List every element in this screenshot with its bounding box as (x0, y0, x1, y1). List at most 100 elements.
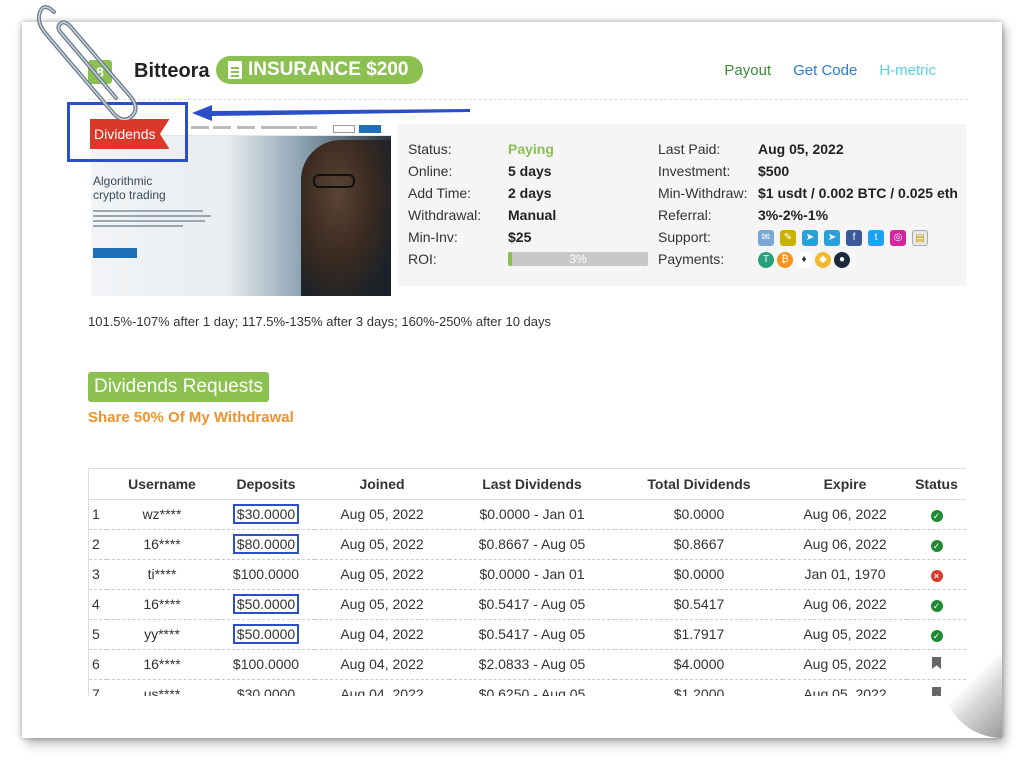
withdrawal-label: Withdrawal: (408, 207, 482, 223)
document-icon (228, 61, 242, 79)
deposit-cell: $30.0000 (217, 679, 315, 696)
username-cell: wz**** (107, 499, 217, 530)
col-status: Status (907, 469, 966, 500)
row-index: 5 (89, 619, 107, 650)
total-dividends-cell: $4.0000 (615, 649, 783, 680)
expire-cell: Aug 06, 2022 (783, 529, 907, 560)
deposit-cell: $100.0000 (217, 649, 315, 680)
instagram-icon[interactable]: ◎ (890, 230, 906, 246)
telegram-icon[interactable]: ➤ (802, 230, 818, 246)
dividends-requests-title: Dividends Requests (88, 372, 269, 402)
other-coin-icon: ● (834, 252, 850, 268)
check-icon: ✓ (930, 630, 943, 642)
h-metric-link[interactable]: H-metric (879, 62, 936, 79)
tether-icon: T (758, 252, 774, 268)
table-header-row: Username Deposits Joined Last Dividends … (89, 469, 966, 500)
plans-description: 101.5%-107% after 1 day; 117.5%-135% aft… (88, 314, 551, 329)
last-dividends-cell: $0.5417 - Aug 05 (449, 589, 615, 620)
bitcoin-icon: ₿ (777, 252, 793, 268)
header-links: Payout Get Code H-metric (724, 62, 936, 79)
deposit-cell: $30.0000 (217, 499, 315, 530)
joined-cell: Aug 04, 2022 (315, 619, 449, 650)
table-row: 4 16**** $50.0000 Aug 05, 2022 $0.5417 - Aug… (89, 589, 966, 620)
username-cell: 16**** (107, 649, 217, 680)
col-deposits: Deposits (217, 469, 315, 500)
expire-cell: Aug 05, 2022 (783, 619, 907, 650)
table-row: 6 16**** $100.0000 Aug 04, 2022 $2.0833 - Au… (89, 649, 966, 680)
deposit-highlight: $50.0000 (232, 594, 300, 614)
telegram-icon[interactable]: ➤ (824, 230, 840, 246)
row-index: 1 (89, 499, 107, 530)
expire-cell: Aug 06, 2022 (783, 499, 907, 530)
username-cell: ti**** (107, 559, 217, 590)
addtime-value: 2 days (508, 185, 552, 201)
table-row: 7 us**** $30.0000 Aug 04, 2022 $0.6250 - Aug… (89, 679, 966, 696)
joined-cell: Aug 05, 2022 (315, 559, 449, 590)
deposit-cell: $50.0000 (217, 589, 315, 620)
referral-label: Referral: (658, 207, 712, 223)
deposit-cell: $100.0000 (217, 559, 315, 590)
last-dividends-cell: $2.0833 - Aug 05 (449, 649, 615, 680)
ethereum-icon: ♦ (796, 252, 812, 268)
withdrawal-value: Manual (508, 207, 557, 223)
addtime-label: Add Time: (408, 185, 472, 201)
online-value: 5 days (508, 163, 552, 179)
get-code-link[interactable]: Get Code (793, 62, 857, 79)
status-cell: ✓ (907, 619, 966, 650)
facebook-icon[interactable]: f (846, 230, 862, 246)
insurance-badge: INSURANCE $200 (216, 56, 423, 84)
online-label: Online: (408, 163, 453, 179)
form-icon[interactable]: ▤ (912, 230, 928, 246)
username-cell: us**** (107, 679, 217, 696)
total-dividends-cell: $0.0000 (615, 499, 783, 530)
site-header: 8 Bitteora INSURANCE $200 Payout Get Cod… (88, 56, 968, 100)
total-dividends-cell: $0.8667 (615, 529, 783, 560)
preview-glasses (313, 174, 355, 188)
check-icon: ✓ (930, 510, 943, 522)
total-dividends-cell: $0.0000 (615, 559, 783, 590)
row-index: 7 (89, 679, 107, 696)
email-icon[interactable]: ✉ (758, 230, 774, 246)
total-dividends-cell: $1.2000 (615, 679, 783, 696)
minwithdraw-value: $1 usdt / 0.002 BTC / 0.025 eth (758, 185, 958, 201)
status-value: Paying (508, 141, 554, 157)
roi-label: ROI: (408, 251, 437, 267)
col-joined: Joined (315, 469, 449, 500)
roi-progress-bar: 3% (508, 252, 648, 266)
chat-icon[interactable]: ✎ (780, 230, 796, 246)
dividends-table: Username Deposits Joined Last Dividends … (88, 468, 966, 696)
preview-cta-button (93, 248, 137, 258)
stats-panel: Status: Paying Online: 5 days Add Time: … (398, 124, 966, 286)
last-dividends-cell: $0.8667 - Aug 05 (449, 529, 615, 560)
investment-label: Investment: (658, 163, 731, 179)
joined-cell: Aug 05, 2022 (315, 589, 449, 620)
deposit-highlight: $50.0000 (232, 624, 300, 644)
col-total-dividends: Total Dividends (615, 469, 783, 500)
mininv-label: Min-Inv: (408, 229, 458, 245)
status-cell: × (907, 559, 966, 590)
deposit-highlight: $30.0000 (232, 504, 300, 524)
support-label: Support: (658, 229, 711, 245)
table-row: 1 wz**** $30.0000 Aug 05, 2022 $0.0000 - Jan… (89, 499, 966, 530)
total-dividends-cell: $1.7917 (615, 619, 783, 650)
preview-person-image (301, 140, 391, 296)
pointer-arrow (192, 105, 470, 121)
row-index: 4 (89, 589, 107, 620)
share-withdrawal-text: Share 50% Of My Withdrawal (88, 409, 294, 426)
referral-value: 3%-2%-1% (758, 207, 829, 223)
insurance-label: INSURANCE $200 (248, 59, 409, 80)
table-row: 2 16**** $80.0000 Aug 05, 2022 $0.8667 - Aug… (89, 529, 966, 560)
last-dividends-cell: $0.0000 - Jan 01 (449, 559, 615, 590)
expire-cell: Jan 01, 1970 (783, 559, 907, 590)
error-icon: × (930, 570, 943, 582)
col-username: Username (107, 469, 217, 500)
last-dividends-cell: $0.5417 - Aug 05 (449, 619, 615, 650)
status-cell: ✓ (907, 529, 966, 560)
payout-link[interactable]: Payout (724, 62, 771, 79)
expire-cell: Aug 05, 2022 (783, 649, 907, 680)
preview-headline: Algorithmic crypto trading (93, 174, 166, 202)
total-dividends-cell: $0.5417 (615, 589, 783, 620)
status-cell: ✓ (907, 499, 966, 530)
payments-label: Payments: (658, 251, 725, 267)
twitter-icon[interactable]: t (868, 230, 884, 246)
